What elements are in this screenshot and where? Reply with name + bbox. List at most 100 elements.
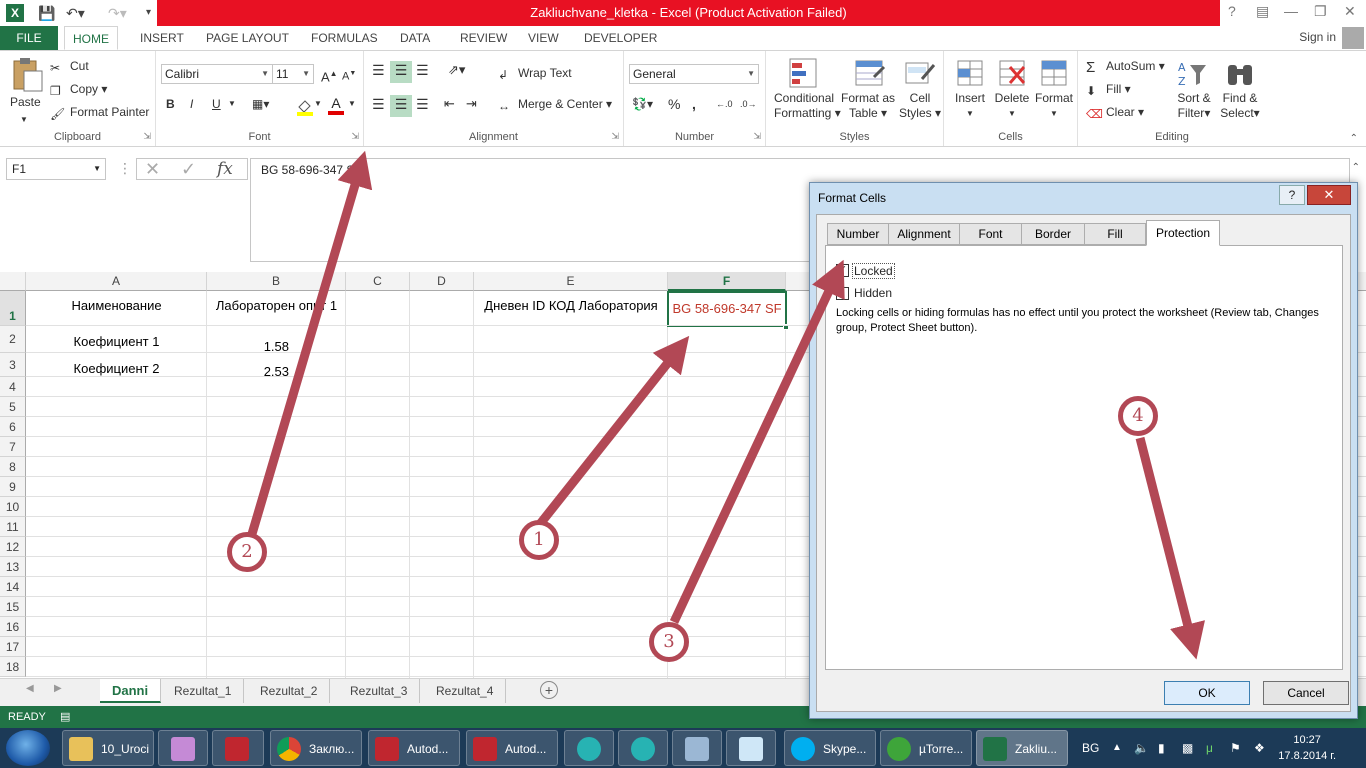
top-align-icon[interactable]: ☰ — [372, 61, 385, 79]
sheet-tab-danni[interactable]: Danni — [100, 679, 162, 703]
tab-formulas[interactable]: FORMULAS — [303, 26, 386, 50]
comma-button[interactable]: , — [692, 95, 696, 113]
cell-styles-button[interactable]: Cell Styles ▾ — [898, 91, 942, 121]
cell-f1[interactable]: BG 58-696-347 SF — [667, 291, 787, 327]
align-right-icon[interactable]: ☰ — [416, 95, 429, 113]
insert-function-icon[interactable]: fx — [217, 159, 233, 179]
collapse-ribbon-icon[interactable]: ⌃ — [1350, 133, 1358, 144]
row-header[interactable]: 17 — [0, 637, 26, 657]
sign-in-link[interactable]: Sign in — [1299, 30, 1336, 44]
font-family-select[interactable]: Calibri ▼ — [161, 64, 273, 84]
conditional-formatting-button[interactable]: Conditional Formatting ▾ — [774, 91, 841, 121]
dialog-close-button[interactable]: ✕ — [1307, 185, 1351, 205]
decrease-decimal-icon[interactable]: .0→ — [740, 95, 757, 113]
cell-a3[interactable]: Коефициент 2 — [26, 361, 207, 376]
restore-icon[interactable]: ❐ — [1314, 3, 1327, 20]
tab-fill[interactable]: Fill — [1084, 223, 1146, 245]
italic-button[interactable]: I — [190, 95, 193, 113]
taskbar-item-calculator[interactable] — [672, 730, 722, 766]
scroll-left-icon[interactable]: ◀ — [26, 683, 34, 694]
fill-dropdown-icon[interactable]: ▼ — [314, 95, 322, 113]
help-icon[interactable]: ? — [1228, 3, 1236, 19]
ribbon-display-icon[interactable]: ▤ — [1256, 3, 1269, 20]
tab-border[interactable]: Border — [1021, 223, 1085, 245]
select-all-corner[interactable] — [0, 272, 26, 291]
paste-icon[interactable] — [8, 57, 44, 93]
tab-view[interactable]: VIEW — [520, 26, 567, 50]
save-icon[interactable]: 💾 — [38, 3, 55, 23]
dialog-help-button[interactable]: ? — [1279, 185, 1305, 205]
row-header[interactable]: 3 — [0, 353, 26, 377]
power-icon[interactable]: ▮ — [1158, 728, 1165, 768]
copy-button[interactable]: ❐ Copy ▾ — [50, 80, 107, 98]
paste-dropdown-icon[interactable]: ▼ — [20, 111, 28, 129]
cut-button[interactable]: ✂ Cut — [50, 57, 89, 75]
font-launcher-icon[interactable]: ⇲ — [351, 131, 359, 142]
expand-formula-icon[interactable]: ⌃ — [1352, 162, 1360, 173]
macro-record-icon[interactable]: ▤ — [60, 706, 70, 728]
column-header-b[interactable]: B — [207, 272, 346, 291]
tab-developer[interactable]: DEVELOPER — [576, 26, 665, 50]
row-header[interactable]: 2 — [0, 326, 26, 353]
row-header[interactable]: 18 — [0, 657, 26, 677]
row-header[interactable]: 1 — [0, 291, 26, 326]
format-cells-button[interactable]: Format ▼ — [1032, 91, 1076, 121]
font-color-icon[interactable]: A — [328, 95, 344, 115]
tab-review[interactable]: REVIEW — [452, 26, 515, 50]
clear-button[interactable]: ⌫ Clear ▾ — [1086, 103, 1144, 121]
locked-label[interactable]: Locked — [852, 263, 895, 279]
tab-font[interactable]: Font — [959, 223, 1022, 245]
tab-page-layout[interactable]: PAGE LAYOUT — [198, 26, 297, 50]
fill-button[interactable]: ⬇ Fill ▾ — [1086, 80, 1131, 98]
scroll-right-icon[interactable]: ▶ — [54, 683, 62, 694]
borders-icon[interactable]: ▦▾ — [252, 95, 269, 113]
bottom-align-icon[interactable]: ☰ — [416, 61, 429, 79]
row-header[interactable]: 4 — [0, 377, 26, 397]
taskbar-item-chrome[interactable]: Заклю... — [270, 730, 362, 766]
language-indicator[interactable]: BG — [1082, 728, 1099, 768]
row-header[interactable]: 14 — [0, 577, 26, 597]
redo-icon[interactable]: ↷▾ — [108, 3, 127, 23]
tab-data[interactable]: DATA — [392, 26, 438, 50]
cell-a1[interactable]: Наименование — [26, 298, 207, 313]
taskbar-item-folder[interactable]: 10_Uroci — [62, 730, 154, 766]
clock[interactable]: 10:27 17.8.2014 г. — [1278, 732, 1336, 764]
row-header[interactable]: 10 — [0, 497, 26, 517]
number-format-select[interactable]: General ▼ — [629, 64, 759, 84]
underline-dropdown-icon[interactable]: ▼ — [228, 95, 236, 113]
close-icon[interactable]: ✕ — [1344, 3, 1356, 20]
clipboard-launcher-icon[interactable]: ⇲ — [143, 131, 151, 142]
taskbar-item-recycle-2[interactable] — [618, 730, 668, 766]
taskbar-item-recycle[interactable] — [564, 730, 614, 766]
column-header-d[interactable]: D — [410, 272, 474, 291]
taskbar-item-autocad[interactable] — [212, 730, 264, 766]
hidden-checkbox[interactable] — [836, 287, 849, 300]
row-header[interactable]: 11 — [0, 517, 26, 537]
underline-button[interactable]: U — [212, 95, 221, 113]
row-header[interactable]: 8 — [0, 457, 26, 477]
taskbar-item-paint[interactable] — [158, 730, 208, 766]
number-launcher-icon[interactable]: ⇲ — [753, 131, 761, 142]
tab-home[interactable]: HOME — [64, 26, 118, 50]
column-header-e[interactable]: E — [474, 272, 668, 291]
middle-align-icon[interactable]: ☰ — [390, 61, 412, 83]
cancel-button[interactable]: Cancel — [1263, 681, 1349, 705]
alignment-launcher-icon[interactable]: ⇲ — [611, 131, 619, 142]
customize-qat-icon[interactable]: ▾ — [146, 3, 151, 23]
sheet-tab-rezultat-3[interactable]: Rezultat_3 — [338, 679, 421, 703]
ok-button[interactable]: OK — [1164, 681, 1250, 705]
sheet-tab-rezultat-1[interactable]: Rezultat_1 — [162, 679, 245, 703]
accounting-icon[interactable]: 💱▾ — [632, 95, 653, 113]
delete-cells-button[interactable]: Delete ▼ — [992, 91, 1032, 121]
wrap-text-button[interactable]: ↲ Wrap Text — [498, 64, 572, 82]
sheet-tab-rezultat-4[interactable]: Rezultat_4 — [424, 679, 507, 703]
add-sheet-icon[interactable]: + — [540, 681, 558, 699]
column-header-c[interactable]: C — [346, 272, 410, 291]
row-header[interactable]: 9 — [0, 477, 26, 497]
increase-indent-icon[interactable]: ⇥ — [466, 95, 477, 113]
orientation-icon[interactable]: ⇗▾ — [448, 61, 465, 79]
font-size-select[interactable]: 11 ▼ — [272, 64, 314, 84]
insert-cells-button[interactable]: Insert ▼ — [952, 91, 988, 121]
flag-icon[interactable]: ⚑ — [1230, 728, 1241, 768]
format-painter-button[interactable]: 🖌 Format Painter — [50, 103, 149, 121]
